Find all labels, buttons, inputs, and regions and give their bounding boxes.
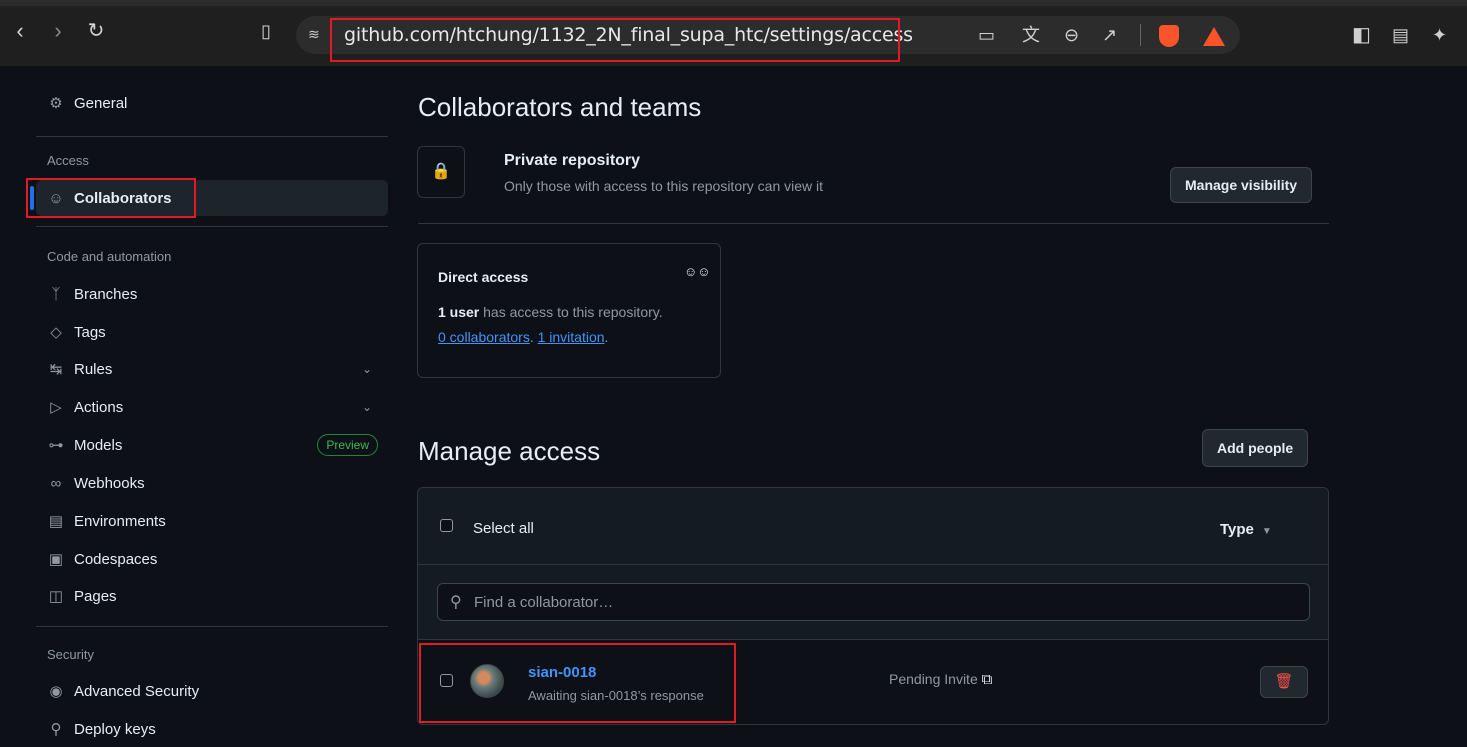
sidebar-item-advanced-security[interactable]: ◉ Advanced Security [36,673,388,709]
play-icon: ▷ [50,399,62,416]
add-people-button[interactable]: Add people [1202,429,1309,467]
caret-down-icon: ▼ [1261,526,1272,537]
private-repo-description: Only those with access to this repositor… [504,178,824,194]
lock-icon: 🔒 [417,146,465,198]
settings-sidebar: ⚙ General Access ☺ Collaborators Code an… [0,66,400,747]
invitation-link[interactable]: 1 invitation [538,329,605,345]
page-title: Collaborators and teams [418,92,702,122]
copy-icon[interactable]: ⧉ [982,671,993,688]
sidebar-item-models[interactable]: ⊶ Models Preview [36,427,388,463]
shield-icon: ◉ [49,683,63,700]
sidebar-item-branches[interactable]: ᛉ Branches [36,276,388,312]
people-icon: ☺☺ [684,264,711,279]
search-input[interactable] [474,591,1274,613]
back-icon[interactable]: ‹ [8,20,32,44]
zoom-icon[interactable]: ⊖ [1064,26,1079,44]
sidebar-item-actions[interactable]: ▷ Actions ⌄ [36,389,388,425]
preview-badge: Preview [317,434,378,456]
direct-access-summary: 1 user has access to this repository. [438,304,663,320]
key-icon: ⚲ [50,721,62,738]
sidebar-item-pages[interactable]: ◫ Pages [36,578,388,614]
sidebar-divider [36,226,388,227]
sidebar-item-rules[interactable]: ↹ Rules ⌄ [36,351,388,387]
sidebar-item-label: Rules [74,360,113,378]
section-heading-code: Code and automation [47,249,172,264]
trash-icon[interactable]: 🗑 [1260,666,1308,698]
sidebar-item-label: Environments [74,512,166,530]
manage-access-title: Manage access [418,436,601,466]
browser-icon: ◫ [48,588,64,605]
forward-icon[interactable]: › [46,20,70,44]
sidebar-item-label: Pages [74,587,117,605]
tag-icon: ◇ [50,324,62,341]
type-label: Type [1220,521,1254,538]
share-icon[interactable]: ↗ [1102,26,1117,44]
section-heading-access: Access [47,153,89,168]
sidebar-item-codespaces[interactable]: ▣ Codespaces [36,541,388,577]
server-icon: ▤ [48,513,64,530]
toolbar-separator [1140,24,1141,46]
brave-shield-icon[interactable] [1159,25,1179,47]
sidebar-item-deploy-keys[interactable]: ⚲ Deploy keys [36,711,388,747]
section-heading-security: Security [47,647,94,662]
sidebar-item-label: Branches [74,285,138,303]
search-row: ⚲ [418,565,1328,640]
sidebar-item-environments[interactable]: ▤ Environments [36,503,388,539]
cast-icon[interactable]: ▭ [978,26,995,44]
select-all-checkbox[interactable] [440,519,453,532]
section-divider [418,223,1329,224]
sidebar-divider [36,136,388,137]
link-end: . [604,329,609,345]
pending-invite: Pending Invite ⧉ [889,671,992,688]
sidebar-divider [36,626,388,627]
direct-access-card: Direct access ☺☺ 1 user has access to th… [417,243,721,378]
collaborators-link[interactable]: 0 collaborators [438,329,530,345]
user-count: 1 user [438,304,480,320]
bookmark-icon[interactable]: ▯ [254,20,278,44]
brave-rewards-icon[interactable] [1203,27,1225,46]
collaborators-highlight-box [26,178,196,218]
pending-label: Pending Invite [889,671,978,687]
codespaces-icon: ▣ [48,551,64,568]
reload-icon[interactable]: ↻ [84,20,108,44]
sidebar-icon[interactable]: ◧ [1352,25,1371,45]
sidebar-item-label: Codespaces [74,550,158,568]
sidebar-item-label: Webhooks [74,474,145,492]
sidebar-item-general[interactable]: ⚙ General [36,85,388,121]
chevron-down-icon[interactable]: ⌄ [362,362,372,376]
translate-icon[interactable]: 文 [1022,26,1040,44]
gear-icon: ⚙ [49,95,63,112]
search-icon: ⚲ [450,594,462,611]
private-repo-title: Private repository [504,152,641,169]
sidebar-item-label: Actions [74,398,124,416]
sidebar-item-label: Models [74,436,123,454]
sidebar-item-label: Tags [74,323,106,341]
sidebar-item-label: Advanced Security [74,682,200,700]
manage-visibility-button[interactable]: Manage visibility [1170,167,1313,203]
sidebar-item-webhooks[interactable]: ∞ Webhooks [36,465,388,501]
direct-access-title: Direct access [438,269,529,285]
models-icon: ⊶ [48,437,64,454]
branch-icon: ᛉ [51,285,61,303]
summary-text: has access to this repository. [479,304,663,320]
wallet-icon[interactable]: ▤ [1392,26,1409,44]
leo-icon[interactable]: ✦ [1432,26,1447,44]
site-settings-icon[interactable]: ≋ [308,26,328,44]
webhook-icon: ∞ [50,474,62,492]
chevron-down-icon[interactable]: ⌄ [362,400,372,414]
sidebar-item-label: Deploy keys [74,720,156,738]
tab-strip-edge [0,0,1467,6]
sidebar-item-label: General [74,94,128,112]
collaborator-highlight-box [419,643,736,723]
table-header: Select all Type ▼ [418,488,1328,565]
select-all-label[interactable]: Select all [473,520,534,537]
direct-access-links: 0 collaborators. 1 invitation. [438,329,608,345]
search-box[interactable]: ⚲ [437,583,1310,621]
rules-icon: ↹ [49,361,63,378]
url-highlight-box [330,18,900,62]
sidebar-item-tags[interactable]: ◇ Tags [36,314,388,350]
type-filter[interactable]: Type ▼ [1220,521,1272,538]
link-separator: . [529,329,538,345]
